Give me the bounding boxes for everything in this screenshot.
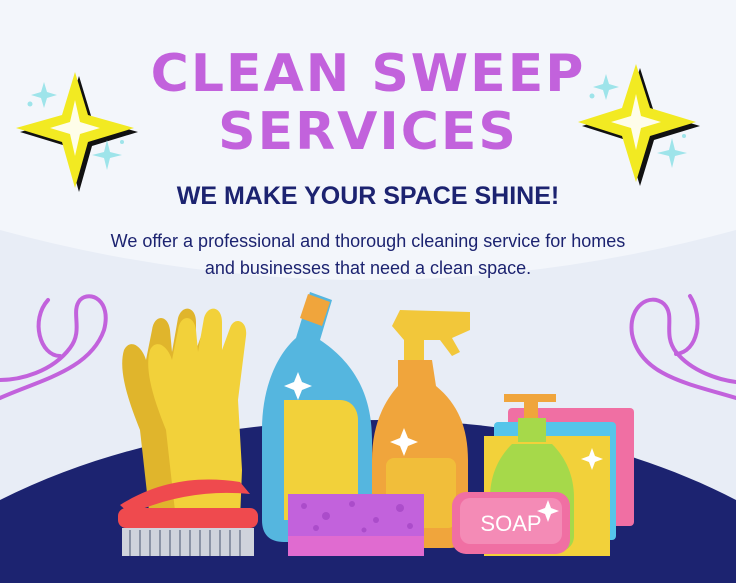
tagline: WE MAKE YOUR SPACE SHINE!	[176, 182, 560, 210]
flyer: SOAP CLEAN SWEEP SERVICES WE MAKE YOUR S…	[0, 0, 736, 583]
soap-bar: SOAP	[452, 492, 570, 554]
sponge	[288, 494, 424, 556]
description: We offer a professional and thorough cle…	[110, 231, 626, 278]
soap-label: SOAP	[480, 511, 541, 536]
title-line-2: SERVICES	[218, 102, 518, 162]
title-line-1: CLEAN SWEEP	[150, 44, 586, 104]
